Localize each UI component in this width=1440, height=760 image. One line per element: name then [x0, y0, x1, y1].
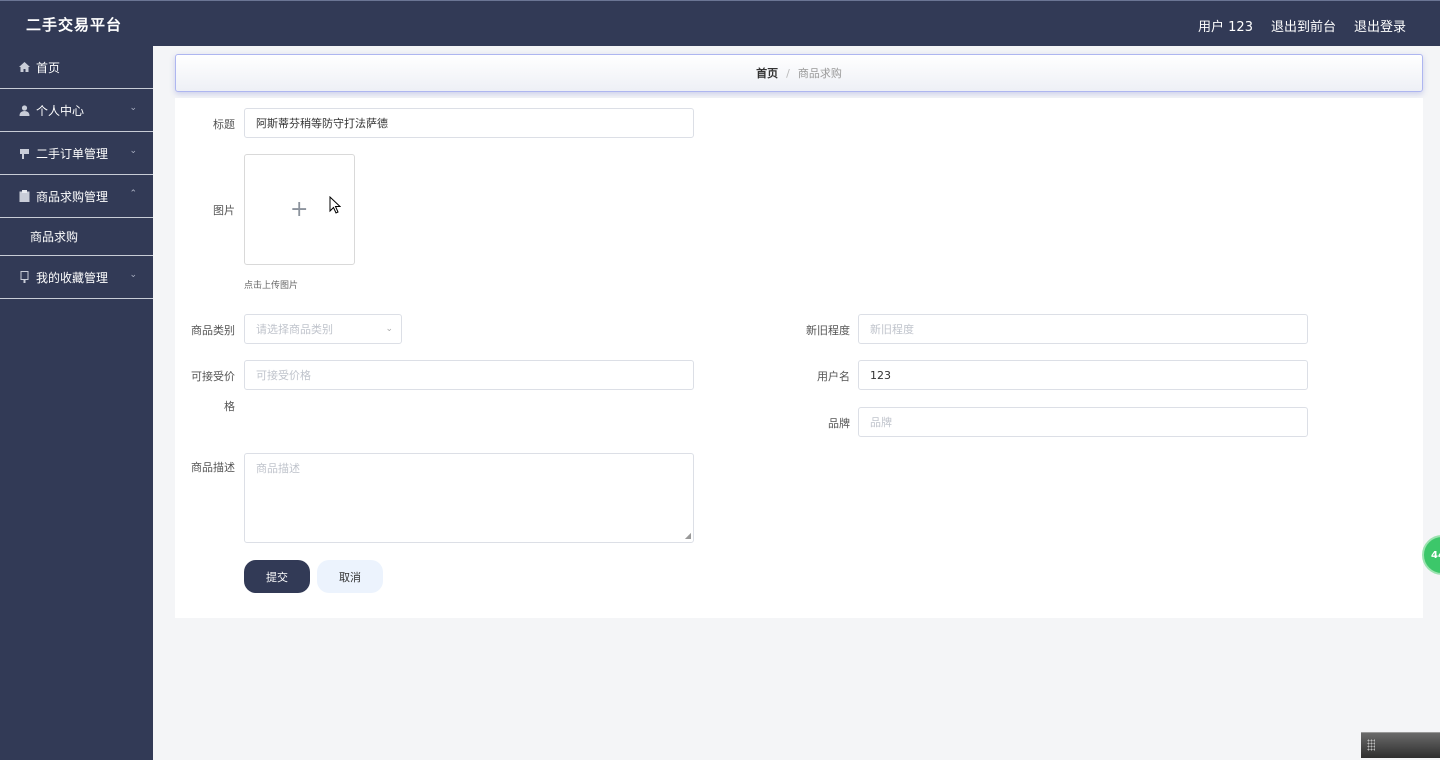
condition-input[interactable]: 新旧程度 — [858, 314, 1308, 344]
sidebar-item-label: 首页 — [36, 60, 61, 75]
favorite-icon — [18, 271, 30, 283]
sidebar-item-purchase[interactable]: 商品求购管理 ⌃ — [0, 175, 153, 218]
title-input[interactable]: 阿斯蒂芬稍等防守打法萨德 — [244, 108, 694, 138]
sidebar-item-label: 我的收藏管理 — [36, 270, 109, 285]
breadcrumb: 首页 / 商品求购 — [175, 54, 1423, 92]
chevron-down-icon: ⌄ — [129, 146, 137, 156]
purchase-form: 标题 阿斯蒂芬稍等防守打法萨德 图片 + 点击上传图片 商品类别 请选择商品类别… — [175, 98, 1423, 618]
sidebar-item-favorites[interactable]: 我的收藏管理 ⌄ — [0, 256, 153, 299]
cancel-button[interactable]: 取消 — [317, 560, 383, 593]
top-links: 用户 123 退出到前台 退出登录 — [1198, 16, 1406, 35]
price-input[interactable]: 可接受价格 — [244, 360, 694, 390]
sidebar-item-orders[interactable]: 二手订单管理 ⌄ — [0, 132, 153, 175]
sidebar-item-label: 二手订单管理 — [36, 146, 109, 161]
category-placeholder: 请选择商品类别 — [256, 323, 333, 336]
top-navbar: 二手交易平台 用户 123 退出到前台 退出登录 — [0, 0, 1440, 46]
home-icon — [18, 61, 30, 73]
user-label: 用户 123 — [1198, 20, 1253, 35]
app-title: 二手交易平台 — [26, 16, 123, 34]
condition-label: 新旧程度 — [806, 324, 850, 337]
brand-label: 品牌 — [828, 417, 850, 430]
category-label: 商品类别 — [191, 324, 235, 337]
mouse-cursor-icon — [329, 196, 341, 214]
description-textarea[interactable]: 商品描述 ◢ — [244, 453, 694, 543]
sidebar-item-label: 商品求购管理 — [36, 189, 109, 204]
sidebar-item-profile[interactable]: 个人中心 ⌄ — [0, 89, 153, 132]
price-label-line1: 可接受价 — [191, 370, 235, 383]
category-select[interactable]: 请选择商品类别 ⌄ — [244, 314, 402, 344]
plus-icon: + — [290, 197, 309, 222]
username-input[interactable]: 123 — [858, 360, 1308, 390]
breadcrumb-current: 商品求购 — [797, 67, 842, 80]
front-link[interactable]: 退出到前台 — [1271, 16, 1336, 35]
logout-link[interactable]: 退出登录 — [1354, 16, 1406, 35]
clipboard-icon — [18, 190, 30, 202]
price-label-line2: 格 — [224, 400, 235, 413]
submenu-item-purchase[interactable]: 商品求购 — [0, 218, 153, 256]
order-icon — [18, 147, 30, 159]
description-placeholder: 商品描述 — [256, 462, 300, 475]
sidebar-item-label: 个人中心 — [36, 103, 85, 118]
chevron-down-icon: ⌄ — [129, 103, 137, 113]
chevron-up-icon: ⌃ — [129, 189, 137, 199]
description-label: 商品描述 — [191, 461, 235, 474]
breadcrumb-home[interactable]: 首页 — [756, 65, 778, 81]
tray-widget — [1361, 732, 1440, 758]
grip-icon[interactable] — [1367, 739, 1375, 751]
chevron-down-icon: ⌄ — [385, 324, 393, 334]
sidebar: 首页 个人中心 ⌄ 二手订单管理 ⌄ 商品求购管理 ⌃ 商品求购 我的收藏管理 … — [0, 46, 153, 760]
breadcrumb-separator: / — [786, 66, 790, 80]
username-label: 用户名 — [817, 370, 850, 383]
title-label: 标题 — [213, 118, 235, 131]
user-icon — [18, 104, 30, 116]
sidebar-item-home[interactable]: 首页 — [0, 46, 153, 89]
chevron-down-icon: ⌄ — [129, 270, 137, 280]
resize-handle-icon[interactable]: ◢ — [685, 531, 691, 540]
upload-tip: 点击上传图片 — [244, 281, 299, 291]
submit-button[interactable]: 提交 — [244, 560, 310, 593]
image-label: 图片 — [213, 204, 235, 217]
main-content: 首页 / 商品求购 标题 阿斯蒂芬稍等防守打法萨德 图片 + 点击上传图片 商品… — [153, 46, 1440, 760]
brand-input[interactable]: 品牌 — [858, 407, 1308, 437]
